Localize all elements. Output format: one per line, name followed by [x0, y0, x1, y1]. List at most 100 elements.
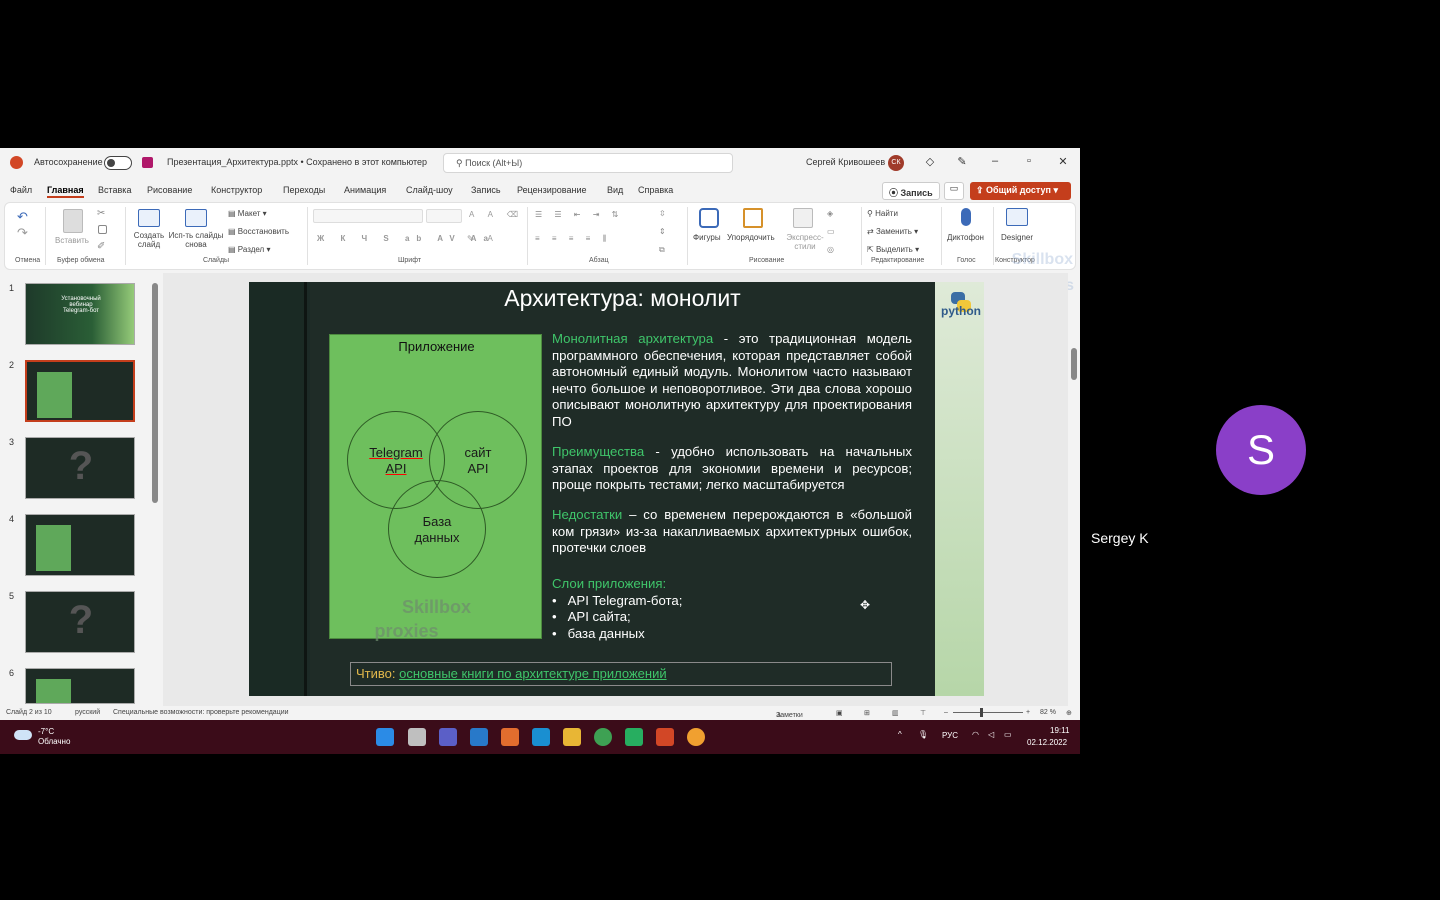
shapes-icon[interactable] [699, 208, 719, 228]
language-indicator[interactable]: русский [75, 709, 100, 716]
chrome-icon[interactable] [594, 728, 612, 746]
shape-fill-icon[interactable]: ◈ [827, 209, 833, 218]
pycharm-icon[interactable] [625, 728, 643, 746]
thumbnail-slide-4[interactable] [25, 514, 135, 576]
slide-title[interactable]: Архитектура: монолит [310, 285, 935, 312]
tab-file[interactable]: Файл [10, 185, 32, 195]
fit-slide-icon[interactable]: ⊕ [1066, 709, 1072, 717]
replace-button[interactable]: ⇄ Заменить ▾ [867, 227, 918, 236]
maximize-button[interactable]: ▫ [1019, 155, 1039, 167]
explorer-icon[interactable] [563, 728, 581, 746]
windows-start-icon[interactable] [376, 728, 394, 746]
find-button[interactable]: ⚲ Найти [867, 209, 898, 218]
share-button[interactable]: ⇪ Общий доступ ▾ [970, 182, 1071, 200]
thumbnail-scrollbar[interactable] [152, 273, 158, 706]
paste-button[interactable]: Вставить [55, 236, 89, 245]
cut-icon[interactable]: ✂ [97, 208, 105, 219]
list-icons[interactable]: ☰ ☰ ⇤ ⇥ ⇅ [535, 210, 623, 219]
quick-styles-icon[interactable] [793, 208, 813, 228]
slide-scrollbar[interactable] [1070, 273, 1078, 706]
powerpoint-icon[interactable] [656, 728, 674, 746]
layout-button[interactable]: ▤ Макет ▾ [228, 209, 267, 218]
vscode-icon[interactable] [470, 728, 488, 746]
tab-view[interactable]: Вид [607, 185, 623, 195]
temperature[interactable]: -7°C [38, 727, 54, 736]
wifi-icon[interactable]: ◠ [972, 730, 979, 739]
reset-button[interactable]: ▤ Восстановить [228, 227, 289, 236]
designer-button[interactable]: Designer [1001, 233, 1033, 242]
thumbnail-slide-6[interactable] [25, 668, 135, 704]
current-slide[interactable]: Архитектура: монолит Приложение Telegram… [249, 282, 984, 696]
zoom-level[interactable]: 82 % [1040, 709, 1056, 716]
shapes-button[interactable]: Фигуры [693, 233, 721, 242]
designer-icon[interactable] [1006, 208, 1028, 226]
normal-view-icon[interactable]: ▣ [836, 709, 843, 717]
document-title[interactable]: Презентация_Архитектура.pptx • Сохранено… [167, 157, 427, 167]
edge-icon[interactable] [532, 728, 550, 746]
reading-box[interactable]: Чтиво: основные книги по архитектуре при… [350, 662, 892, 686]
tab-help[interactable]: Справка [638, 185, 673, 195]
zoom-slider[interactable] [953, 712, 1023, 713]
arrange-icon[interactable] [743, 208, 763, 228]
search-input[interactable]: ⚲ Поиск (Alt+Ы) [443, 153, 733, 173]
clock-date[interactable]: 02.12.2022 [1027, 738, 1067, 747]
diamond-icon[interactable]: ◇ [920, 155, 940, 168]
thumbnail-slide-1[interactable]: Установочный вебинар Telegram-бот [25, 283, 135, 345]
format-painter-icon[interactable]: ✐ [97, 241, 105, 252]
layers-list[interactable]: Слои приложения: • API Telegram-бота; • … [552, 576, 682, 642]
undo-icon[interactable]: ↶ [17, 209, 28, 225]
volume-icon[interactable]: ◁ [988, 730, 994, 739]
new-slide-icon[interactable] [138, 209, 160, 227]
close-button[interactable]: ✕ [1053, 155, 1073, 168]
chevron-up-icon[interactable]: ^ [898, 730, 902, 739]
align-icons[interactable]: ≡ ≡ ≡ ≡ ⫼ [535, 234, 611, 244]
tab-record[interactable]: Запись [471, 185, 501, 195]
tab-home[interactable]: Главная [47, 185, 84, 198]
tab-draw[interactable]: Рисование [147, 185, 192, 195]
minimize-button[interactable]: – [985, 155, 1005, 167]
user-avatar[interactable]: СК [888, 155, 904, 171]
thumbnail-slide-2[interactable] [25, 360, 135, 422]
weather-text[interactable]: Облачно [38, 737, 70, 746]
microphone-icon[interactable] [961, 208, 971, 226]
section-button[interactable]: ▤ Раздел ▾ [228, 245, 270, 254]
zoom-in-icon[interactable]: + [1026, 709, 1030, 716]
redo-icon[interactable]: ↷ [17, 225, 28, 241]
application-diagram[interactable]: Приложение Telegram API сайт API База да… [329, 334, 542, 641]
teams-chat-icon[interactable] [439, 728, 457, 746]
tab-animations[interactable]: Анимация [344, 185, 386, 195]
dictate-button[interactable]: Диктофон [947, 233, 984, 242]
arrange-button[interactable]: Упорядочить [727, 233, 775, 242]
input-language[interactable]: РУС [942, 731, 958, 740]
save-icon[interactable] [142, 157, 153, 168]
tab-design[interactable]: Конструктор [211, 185, 262, 195]
task-view-icon[interactable] [408, 728, 426, 746]
font-color-icons[interactable]: ✎ A [467, 234, 499, 243]
paragraph-monolith[interactable]: Монолитная архитектура - это традиционна… [552, 331, 912, 431]
select-button[interactable]: ⇱ Выделить ▾ [867, 245, 919, 254]
copy-icon[interactable] [98, 225, 107, 234]
record-button[interactable]: ⦿ Запись [882, 182, 940, 200]
pen-icon[interactable]: ✎ [952, 155, 972, 168]
tab-slideshow[interactable]: Слайд-шоу [406, 185, 453, 195]
zoom-out-icon[interactable]: – [944, 709, 948, 716]
microphone-tray-icon[interactable]: 🎙 [918, 730, 928, 739]
thumbnail-slide-5[interactable]: ? [25, 591, 135, 653]
tab-transitions[interactable]: Переходы [283, 185, 325, 195]
shape-outline-icon[interactable]: ▭ [827, 227, 835, 236]
clock-time[interactable]: 19:11 [1050, 726, 1069, 735]
tab-review[interactable]: Рецензирование [517, 185, 587, 195]
paragraph-advantages[interactable]: Преимущества - удобно использовать на на… [552, 444, 912, 494]
font-size-icons[interactable]: A A ⌫ [469, 210, 524, 219]
accessibility-status[interactable]: Специальные возможности: проверьте реком… [113, 709, 289, 716]
tab-insert[interactable]: Вставка [98, 185, 131, 195]
paste-icon[interactable] [63, 209, 83, 233]
autosave-toggle[interactable] [104, 156, 132, 170]
paragraph-disadvantages[interactable]: Недостатки – со временем перерождаются в… [552, 507, 912, 557]
git-icon[interactable] [501, 728, 519, 746]
font-size-select[interactable] [426, 209, 462, 223]
new-slide-button[interactable]: Создать слайд [131, 231, 167, 249]
shape-effects-icon[interactable]: ◎ [827, 245, 834, 254]
align-text-icon[interactable]: ⇕ [659, 227, 666, 236]
text-direction-icon[interactable]: ⇳ [659, 209, 666, 218]
